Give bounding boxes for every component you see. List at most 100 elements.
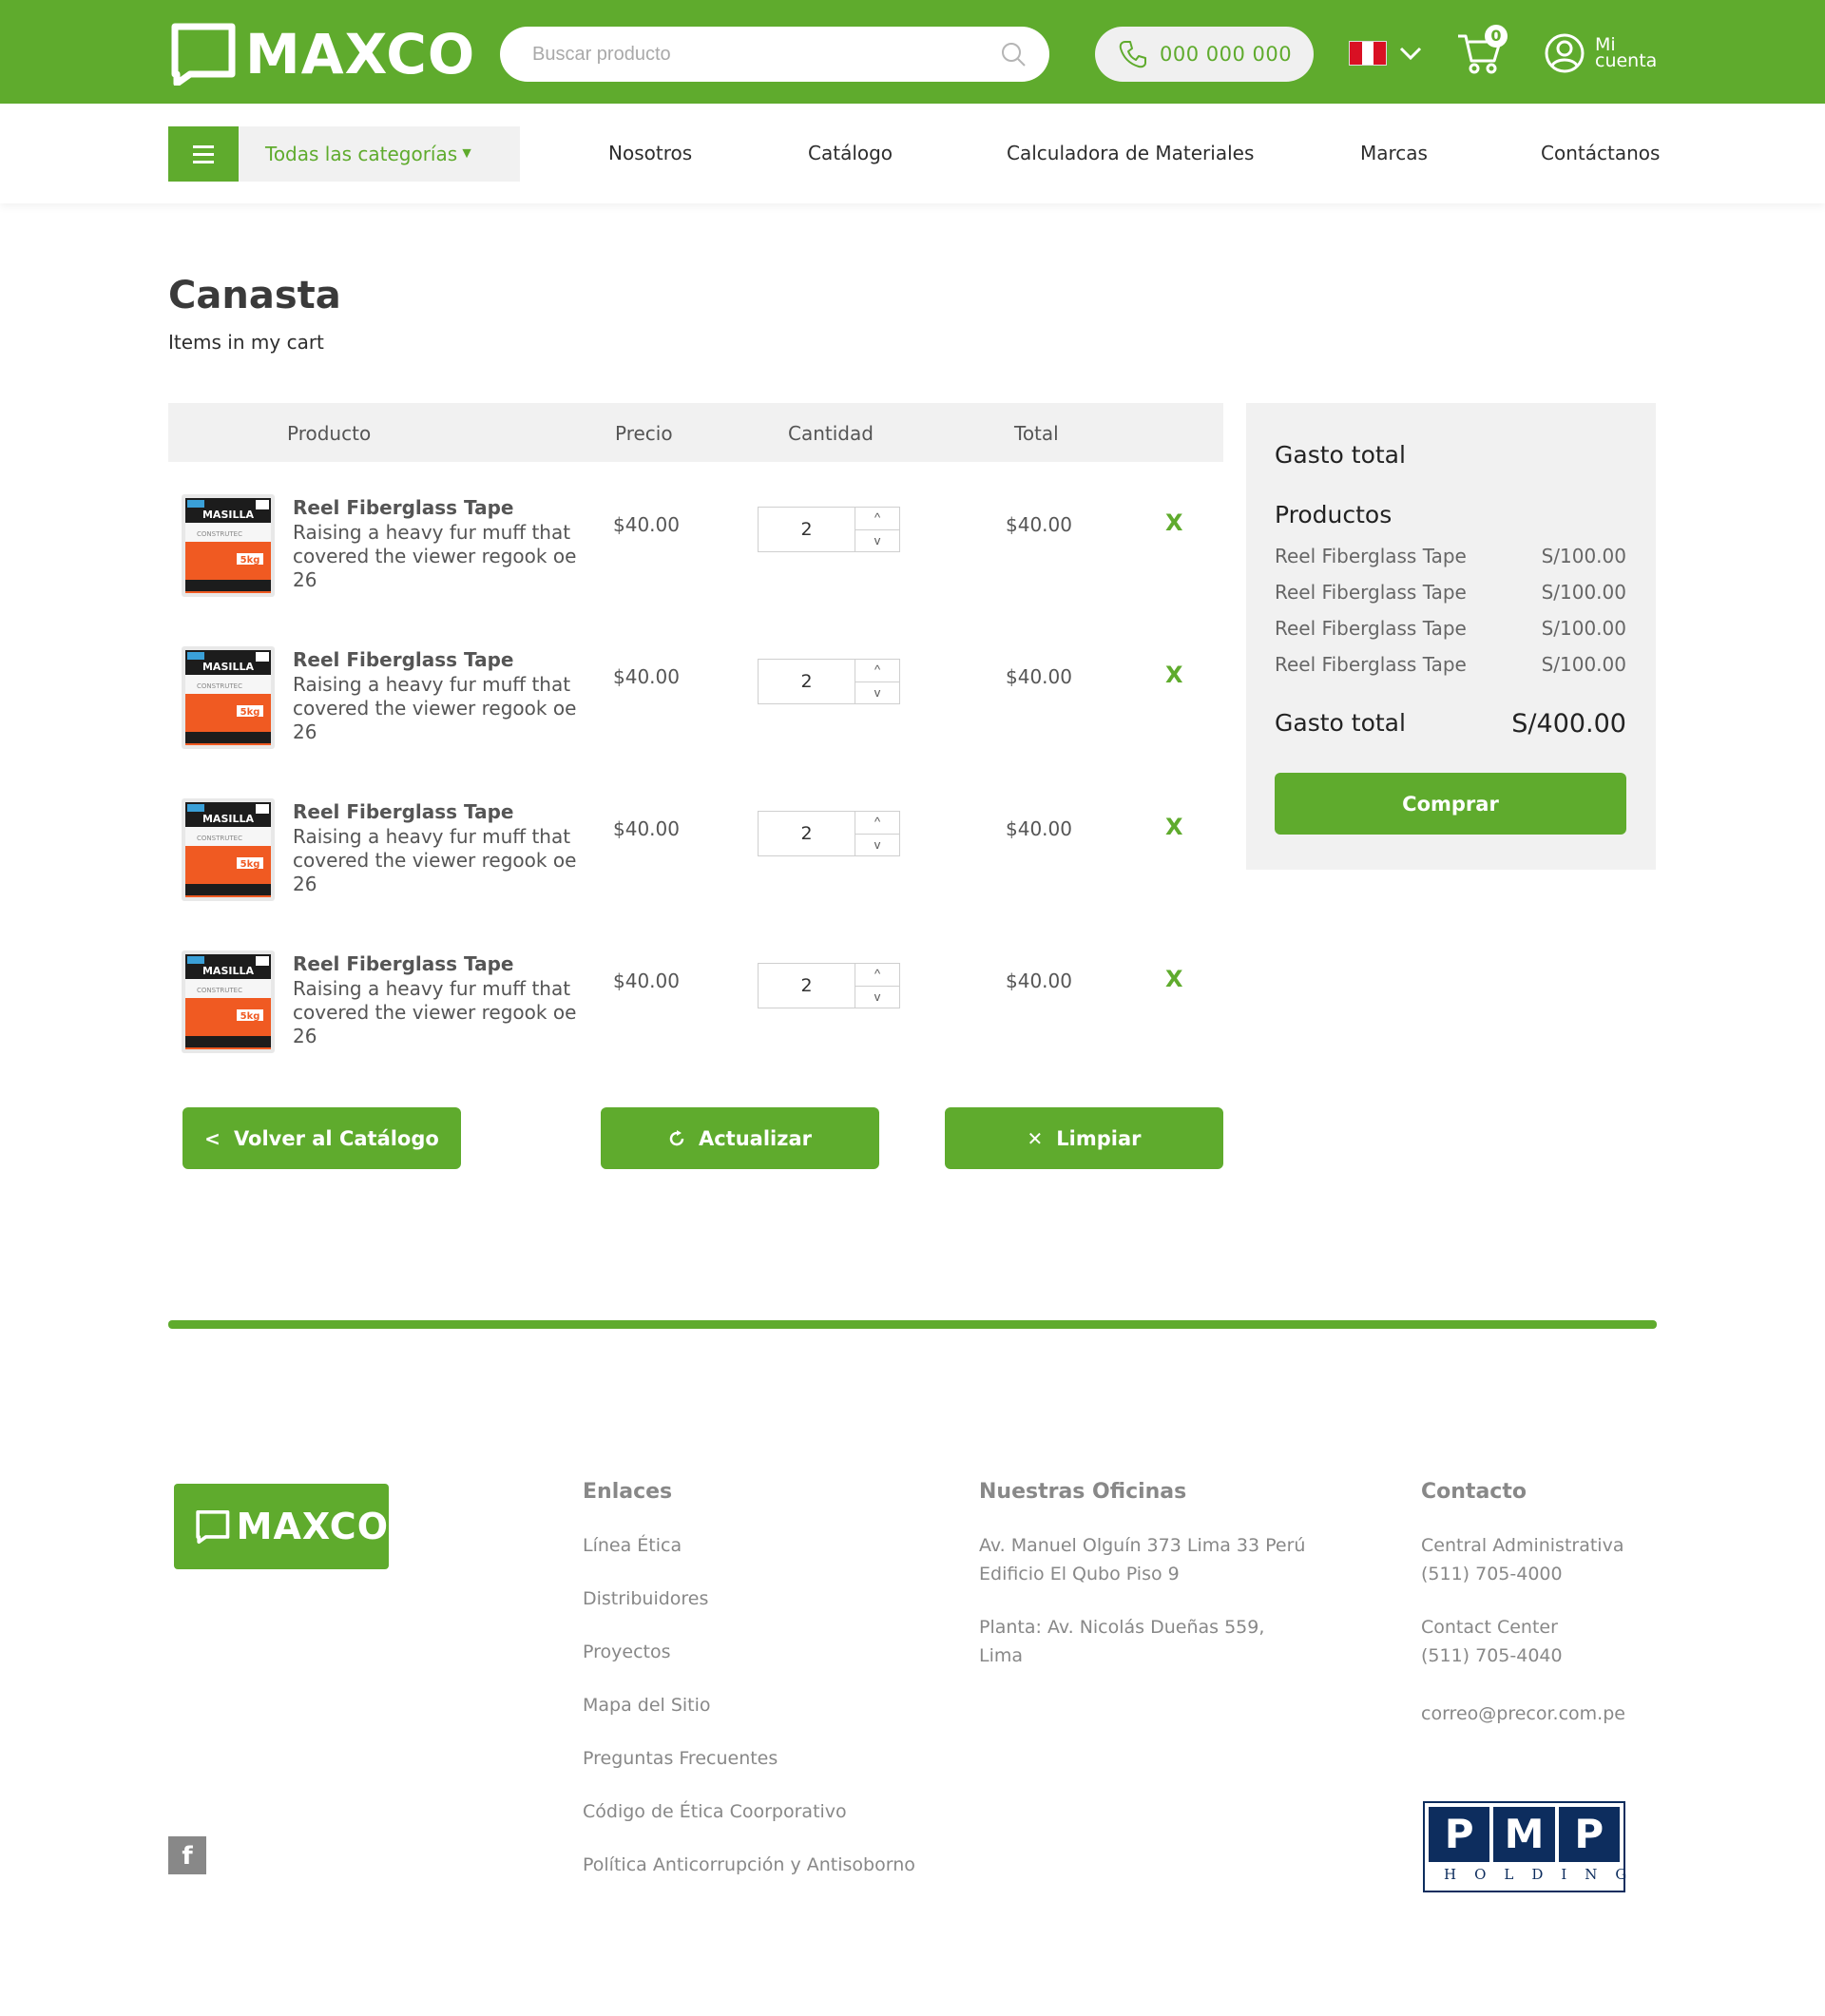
top-header: MAXCO 000 000 000 0 Mi cuenta bbox=[0, 0, 1825, 104]
svg-text:CONSTRUTEC: CONSTRUTEC bbox=[197, 987, 242, 994]
product-price: $40.00 bbox=[613, 513, 680, 536]
product-name[interactable]: Reel Fiberglass Tape bbox=[293, 496, 514, 519]
pmp-holding-logo: P M P HOLDING bbox=[1423, 1801, 1626, 1892]
product-image: MASILLA CONSTRUTEC 5kg bbox=[182, 646, 275, 749]
facebook-icon[interactable]: f bbox=[168, 1836, 206, 1874]
chevron-up-icon[interactable]: ^ bbox=[855, 660, 899, 682]
remove-item-button[interactable]: X bbox=[1165, 966, 1183, 992]
contact-center: Contact Center (511) 705-4040 bbox=[1421, 1617, 1563, 1666]
nav-link-marcas[interactable]: Marcas bbox=[1360, 142, 1428, 164]
search-input[interactable] bbox=[532, 27, 979, 82]
remove-item-button[interactable]: X bbox=[1165, 662, 1183, 688]
footer-link-preguntas[interactable]: Preguntas Frecuentes bbox=[583, 1748, 778, 1769]
search-bar bbox=[500, 27, 1049, 82]
chevron-up-icon[interactable]: ^ bbox=[855, 964, 899, 987]
update-button[interactable]: Actualizar bbox=[601, 1107, 879, 1169]
line-total: $40.00 bbox=[1006, 513, 1072, 536]
caret-down-icon: ▼ bbox=[459, 145, 475, 162]
cart-row: MASILLA CONSTRUTEC 5kg Reel Fiberglass T… bbox=[168, 797, 1223, 939]
svg-text:5kg: 5kg bbox=[240, 707, 260, 718]
chevron-down-icon[interactable]: v bbox=[855, 530, 899, 552]
nav-link-contactanos[interactable]: Contáctanos bbox=[1541, 142, 1660, 164]
footer-link-codigo-etica[interactable]: Código de Ética Coorporativo bbox=[583, 1801, 847, 1822]
summary-item: Reel Fiberglass Tape S/100.00 bbox=[1275, 617, 1626, 640]
back-to-catalog-button[interactable]: < Volver al Catálogo bbox=[182, 1107, 461, 1169]
remove-item-button[interactable]: X bbox=[1165, 814, 1183, 840]
account-label: Mi cuenta bbox=[1595, 34, 1658, 71]
product-image: MASILLA CONSTRUTEC 5kg bbox=[182, 494, 275, 597]
chevron-up-icon[interactable]: ^ bbox=[855, 508, 899, 530]
user-icon bbox=[1545, 33, 1585, 73]
svg-text:MASILLA: MASILLA bbox=[202, 965, 254, 977]
office-address-2: Planta: Av. Nicolás Dueñas 559, Lima bbox=[979, 1617, 1265, 1666]
product-description: Raising a heavy fur muff that covered th… bbox=[293, 521, 577, 591]
chevron-down-icon[interactable] bbox=[1397, 40, 1424, 67]
page-subtitle: Items in my cart bbox=[168, 331, 324, 354]
account-button[interactable]: Mi cuenta bbox=[1544, 32, 1662, 74]
office-address-1: Av. Manuel Olguín 373 Lima 33 Perú Edific… bbox=[979, 1535, 1306, 1584]
nav-link-catalogo[interactable]: Catálogo bbox=[808, 142, 893, 164]
svg-text:MASILLA: MASILLA bbox=[202, 661, 254, 673]
chevron-up-icon[interactable]: ^ bbox=[855, 812, 899, 835]
quantity-input[interactable]: 2 bbox=[759, 660, 855, 703]
quantity-stepper[interactable]: 2 ^ v bbox=[758, 507, 900, 552]
quantity-input[interactable]: 2 bbox=[759, 508, 855, 551]
svg-text:5kg: 5kg bbox=[240, 555, 260, 566]
product-price: $40.00 bbox=[613, 970, 680, 992]
phone-button[interactable]: 000 000 000 bbox=[1095, 27, 1314, 82]
chevron-down-icon[interactable]: v bbox=[855, 835, 899, 856]
phone-number: 000 000 000 bbox=[1160, 43, 1293, 66]
footer-contact-title: Contacto bbox=[1421, 1480, 1527, 1504]
product-image: MASILLA CONSTRUTEC 5kg bbox=[182, 950, 275, 1053]
nav-link-nosotros[interactable]: Nosotros bbox=[608, 142, 692, 164]
product-name[interactable]: Reel Fiberglass Tape bbox=[293, 952, 514, 975]
summary-title: Gasto total bbox=[1275, 441, 1406, 469]
all-categories-button[interactable]: Todas las categorías ▼ bbox=[168, 126, 520, 182]
contact-email-link[interactable]: correo@precor.com.pe bbox=[1421, 1699, 1625, 1728]
all-categories-label: Todas las categorías bbox=[265, 143, 458, 165]
hamburger-icon[interactable] bbox=[168, 126, 239, 182]
quantity-stepper[interactable]: 2 ^ v bbox=[758, 659, 900, 704]
svg-text:5kg: 5kg bbox=[240, 1011, 260, 1022]
cart-row: MASILLA CONSTRUTEC 5kg Reel Fiberglass T… bbox=[168, 644, 1223, 787]
quantity-input[interactable]: 2 bbox=[759, 812, 855, 855]
summary-item: Reel Fiberglass Tape S/100.00 bbox=[1275, 545, 1626, 567]
product-image: MASILLA CONSTRUTEC 5kg bbox=[182, 798, 275, 901]
chevron-down-icon[interactable]: v bbox=[855, 682, 899, 704]
footer-maxco-logo[interactable]: MAXCO bbox=[174, 1484, 389, 1569]
line-total: $40.00 bbox=[1006, 817, 1072, 840]
quantity-input[interactable]: 2 bbox=[759, 964, 855, 1008]
maxco-logo[interactable]: MAXCO bbox=[169, 21, 475, 87]
product-name[interactable]: Reel Fiberglass Tape bbox=[293, 800, 514, 823]
remove-item-button[interactable]: X bbox=[1165, 509, 1183, 536]
quantity-stepper[interactable]: 2 ^ v bbox=[758, 963, 900, 1008]
footer-link-politica[interactable]: Política Anticorrupción y Antisoborno bbox=[583, 1854, 915, 1875]
cart-count-badge: 0 bbox=[1485, 25, 1508, 48]
summary-item: Reel Fiberglass Tape S/100.00 bbox=[1275, 581, 1626, 604]
footer-link-mapa-sitio[interactable]: Mapa del Sitio bbox=[583, 1695, 711, 1716]
nav-link-calculadora[interactable]: Calculadora de Materiales bbox=[1007, 142, 1254, 164]
peru-flag-icon[interactable] bbox=[1349, 41, 1387, 66]
column-header-precio: Precio bbox=[615, 422, 673, 445]
column-header-cantidad: Cantidad bbox=[788, 422, 874, 445]
svg-text:MASILLA: MASILLA bbox=[202, 813, 254, 825]
clear-button[interactable]: ✕ Limpiar bbox=[945, 1107, 1223, 1169]
search-icon[interactable] bbox=[1000, 41, 1027, 67]
footer-link-linea-etica[interactable]: Línea Ética bbox=[583, 1535, 682, 1556]
chat-bubble-logo-icon bbox=[171, 23, 236, 86]
footer-link-proyectos[interactable]: Proyectos bbox=[583, 1642, 671, 1662]
logo-text: MAXCO bbox=[245, 22, 476, 86]
footer-link-distribuidores[interactable]: Distribuidores bbox=[583, 1588, 708, 1609]
column-header-producto: Producto bbox=[287, 422, 372, 445]
quantity-stepper[interactable]: 2 ^ v bbox=[758, 811, 900, 856]
column-header-total: Total bbox=[1014, 422, 1059, 445]
summary-total-amount: S/400.00 bbox=[1511, 709, 1626, 739]
product-name[interactable]: Reel Fiberglass Tape bbox=[293, 648, 514, 671]
svg-text:CONSTRUTEC: CONSTRUTEC bbox=[197, 835, 242, 842]
chat-bubble-logo-icon bbox=[196, 1510, 230, 1545]
chevron-down-icon[interactable]: v bbox=[855, 987, 899, 1008]
main-nav: Todas las categorías ▼ Nosotros Catálogo… bbox=[0, 104, 1825, 203]
summary-item: Reel Fiberglass Tape S/100.00 bbox=[1275, 653, 1626, 676]
buy-button[interactable]: Comprar bbox=[1275, 773, 1626, 835]
svg-text:CONSTRUTEC: CONSTRUTEC bbox=[197, 530, 242, 538]
